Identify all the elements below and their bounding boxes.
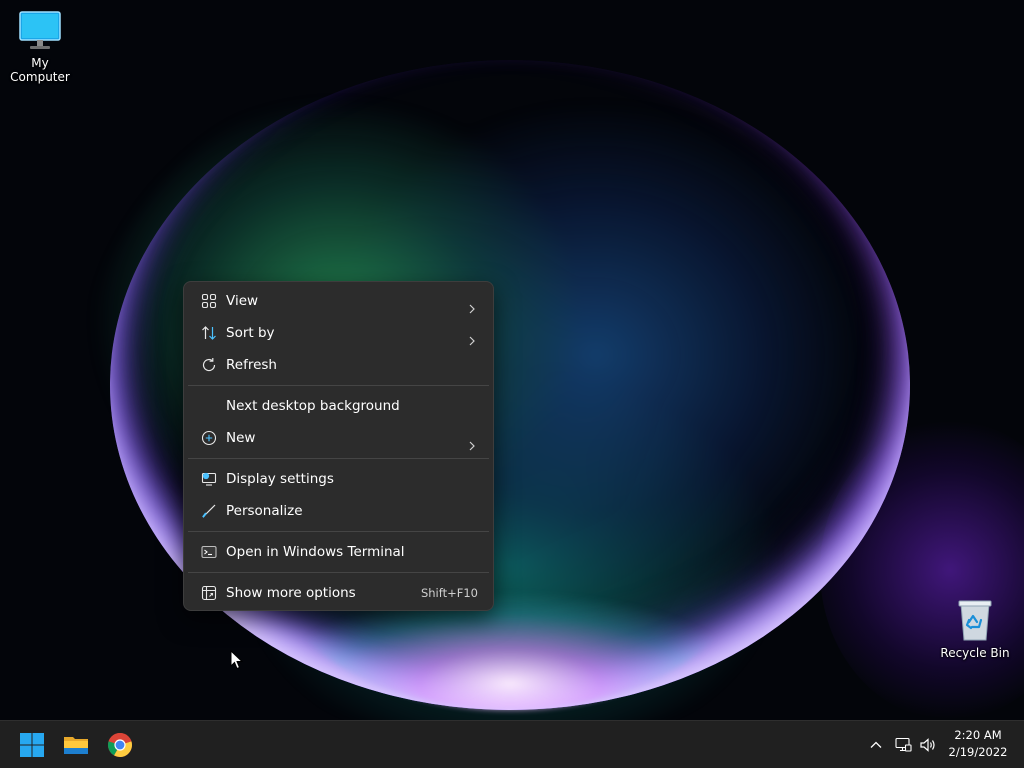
- menu-item-label: Show more options: [226, 585, 356, 601]
- taskbar-clock[interactable]: 2:20 AM 2/19/2022: [944, 727, 1012, 761]
- menu-separator: [188, 531, 489, 532]
- chrome-button[interactable]: [104, 729, 136, 761]
- menu-item-view[interactable]: View: [188, 285, 489, 317]
- desktop-context-menu: View Sort by Refresh Next desktop backgr…: [183, 281, 494, 611]
- wallpaper-purple-glow: [820, 420, 1024, 720]
- view-grid-icon: [201, 293, 217, 309]
- computer-icon: [18, 10, 62, 52]
- desktop-icon-my-computer[interactable]: My Computer: [0, 10, 80, 84]
- menu-item-sort-by[interactable]: Sort by: [188, 317, 489, 349]
- menu-item-label: Open in Windows Terminal: [226, 544, 405, 560]
- menu-item-next-desktop-background[interactable]: Next desktop background: [188, 390, 489, 422]
- refresh-icon: [201, 357, 217, 373]
- display-settings-icon: [201, 471, 217, 487]
- menu-item-personalize[interactable]: Personalize: [188, 495, 489, 527]
- windows-logo-icon: [16, 733, 48, 765]
- mouse-cursor-icon: [230, 649, 244, 670]
- start-button[interactable]: [16, 729, 48, 761]
- new-plus-icon: [201, 430, 217, 446]
- brush-icon: [201, 503, 217, 519]
- menu-item-label: Personalize: [226, 503, 303, 519]
- menu-item-show-more-options[interactable]: Show more options Shift+F10: [188, 577, 489, 609]
- folder-icon: [60, 737, 92, 765]
- chevron-right-icon: [467, 432, 477, 451]
- sort-icon: [201, 325, 217, 341]
- chrome-icon: [104, 733, 136, 765]
- menu-item-label: Next desktop background: [226, 398, 400, 414]
- desktop-icon-recycle-bin[interactable]: Recycle Bin: [935, 598, 1015, 660]
- file-explorer-button[interactable]: [60, 729, 92, 761]
- menu-separator: [188, 572, 489, 573]
- desktop-icon-label: My Computer: [10, 56, 70, 84]
- desktop[interactable]: My Computer Recycle Bin View Sort by Ref…: [0, 0, 1024, 720]
- clock-date: 2/19/2022: [948, 745, 1008, 759]
- chevron-right-icon: [467, 295, 477, 314]
- menu-item-open-in-windows-terminal[interactable]: Open in Windows Terminal: [188, 536, 489, 568]
- menu-item-display-settings[interactable]: Display settings: [188, 463, 489, 495]
- taskbar: 2:20 AM 2/19/2022: [0, 720, 1024, 768]
- terminal-icon: [201, 544, 217, 560]
- menu-separator: [188, 385, 489, 386]
- network-icon[interactable]: [893, 735, 913, 755]
- menu-item-label: New: [226, 430, 256, 446]
- menu-separator: [188, 458, 489, 459]
- chevron-up-icon[interactable]: [866, 735, 886, 755]
- recycle-bin-icon: [955, 598, 995, 642]
- menu-item-label: Refresh: [226, 357, 277, 373]
- menu-item-label: Sort by: [226, 325, 275, 341]
- more-options-icon: [201, 585, 217, 601]
- chevron-right-icon: [467, 327, 477, 346]
- menu-item-label: View: [226, 293, 259, 309]
- shortcut-label: Shift+F10: [420, 586, 478, 600]
- clock-time: 2:20 AM: [954, 728, 1002, 742]
- menu-item-refresh[interactable]: Refresh: [188, 349, 489, 381]
- menu-item-label: Display settings: [226, 471, 334, 487]
- volume-icon[interactable]: [918, 735, 938, 755]
- desktop-icon-label: Recycle Bin: [940, 646, 1010, 660]
- menu-item-new[interactable]: New: [188, 422, 489, 454]
